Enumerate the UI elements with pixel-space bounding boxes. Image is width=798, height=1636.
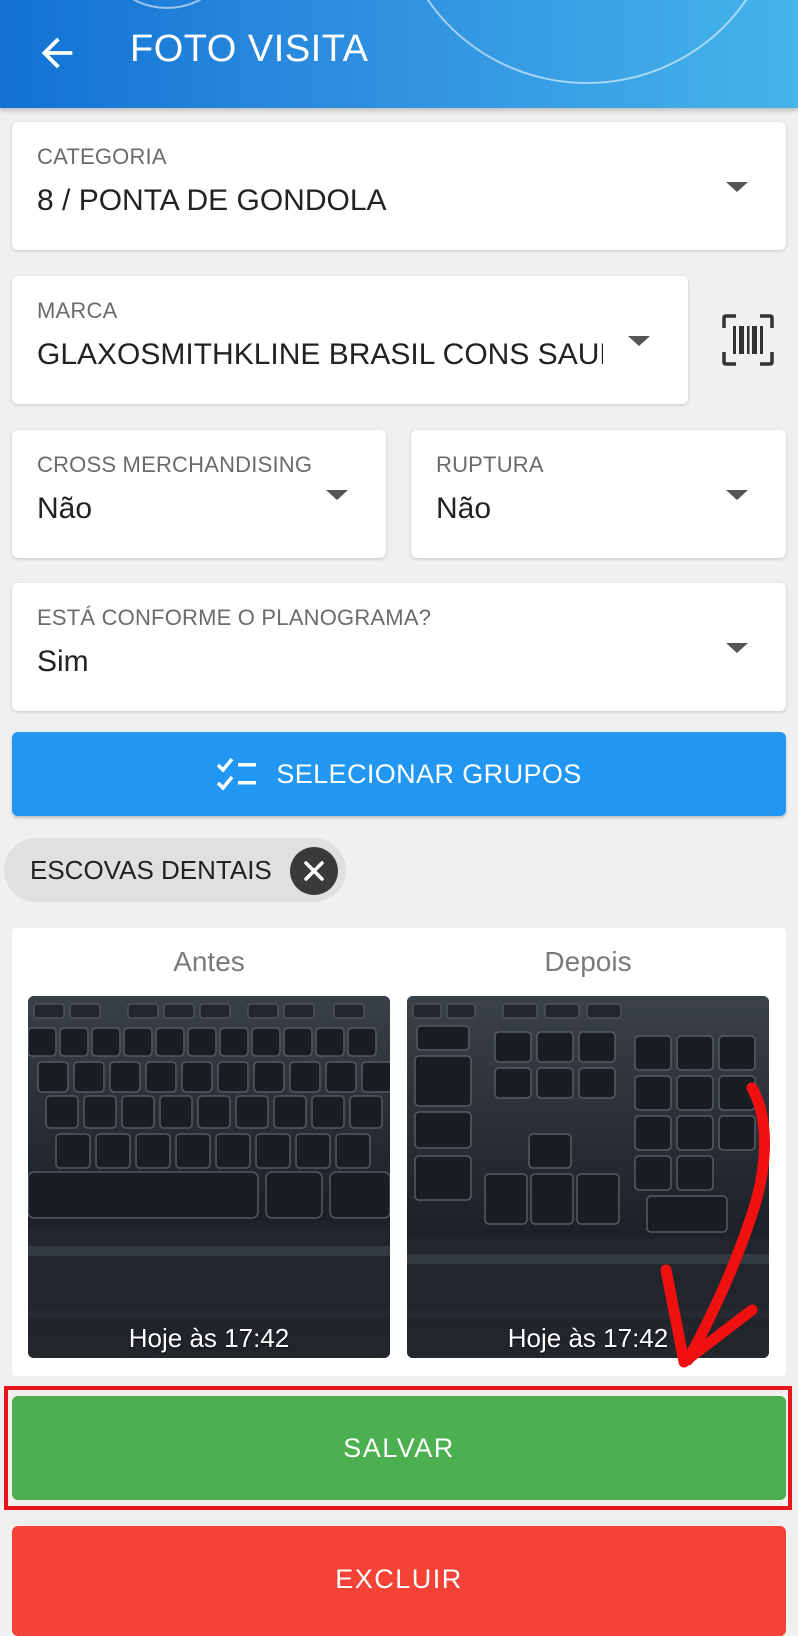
page-title: FOTO VISITA <box>130 28 369 70</box>
chevron-down-icon <box>726 490 748 500</box>
close-icon <box>304 861 324 881</box>
planograma-label: ESTÁ CONFORME O PLANOGRAMA? <box>37 605 432 630</box>
planograma-value: Sim <box>37 645 89 678</box>
select-groups-button[interactable]: SELECIONAR GRUPOS <box>12 732 786 816</box>
photo-before[interactable]: Hoje às 17:42 <box>28 996 390 1358</box>
chevron-down-icon <box>726 643 748 653</box>
categoria-value: 8 / PONTA DE GONDOLA <box>37 184 387 217</box>
app-bar: FOTO VISITA <box>0 0 798 108</box>
decorative-circle <box>395 0 779 84</box>
select-groups-label: SELECIONAR GRUPOS <box>276 758 582 789</box>
ruptura-value: Não <box>436 492 492 525</box>
categoria-select[interactable]: CATEGORIA 8 / PONTA DE GONDOLA <box>12 122 786 250</box>
photo-before-header: Antes <box>173 946 245 977</box>
annotation-highlight-box <box>4 1386 792 1510</box>
cross-merchandising-select[interactable]: CROSS MERCHANDISING Não <box>12 430 386 558</box>
chevron-down-icon <box>326 490 348 500</box>
chip-remove-button[interactable] <box>290 847 338 895</box>
marca-label: MARCA <box>37 298 118 323</box>
cross-merchandising-value: Não <box>37 492 93 525</box>
barcode-scan-button[interactable] <box>722 314 774 366</box>
marca-select[interactable]: MARCA GLAXOSMITHKLINE BRASIL CONS SAUDE <box>12 276 688 404</box>
barcode-scan-icon <box>722 314 774 366</box>
planograma-select[interactable]: ESTÁ CONFORME O PLANOGRAMA? Sim <box>12 583 786 711</box>
photo-before-timestamp: Hoje às 17:42 <box>28 1318 390 1358</box>
marca-value: GLAXOSMITHKLINE BRASIL CONS SAUDE <box>37 338 603 371</box>
chevron-down-icon <box>726 182 748 192</box>
checklist-icon <box>217 757 257 791</box>
group-chip-label: ESCOVAS DENTAIS <box>30 855 272 885</box>
ruptura-select[interactable]: RUPTURA Não <box>411 430 786 558</box>
group-chip: ESCOVAS DENTAIS <box>4 838 346 902</box>
photo-after-header: Depois <box>544 946 632 977</box>
red-arrow-annotation <box>660 1082 770 1368</box>
cross-merchandising-label: CROSS MERCHANDISING <box>37 452 313 477</box>
ruptura-label: RUPTURA <box>436 452 544 477</box>
categoria-label: CATEGORIA <box>37 144 167 169</box>
arrow-left-icon <box>41 37 73 69</box>
delete-button[interactable]: EXCLUIR <box>12 1526 786 1636</box>
decorative-circle <box>90 0 244 9</box>
keyboard-photo <box>28 996 390 1358</box>
chevron-down-icon <box>628 336 650 346</box>
back-button[interactable] <box>34 30 80 76</box>
